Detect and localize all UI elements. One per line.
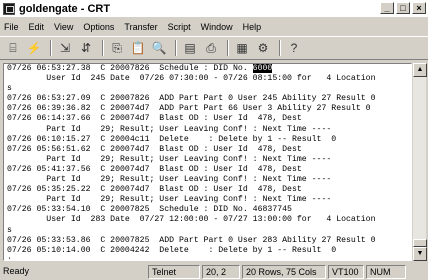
close-button[interactable]: × <box>412 2 426 14</box>
terminal-line: 07/26 05:33:53.86 C 20007825 ADD Part Pa… <box>7 235 376 245</box>
terminal-line: : <box>7 255 12 261</box>
terminal-line: s <box>7 225 12 235</box>
scroll-up-icon[interactable]: ▲ <box>413 63 427 77</box>
status-protocol: Telnet <box>148 264 200 279</box>
menu-options[interactable]: Options <box>83 22 114 32</box>
terminal-line: 07/26 06:14:37.66 C 200074d7 Blast OD : … <box>7 114 302 124</box>
properties-icon[interactable]: ▦ <box>233 39 251 57</box>
terminal-line: 07/26 06:53:27.38 C 20007826 Schedule : … <box>4 64 411 74</box>
status-terminal-size: 20 Rows, 75 Cols <box>242 264 326 279</box>
vertical-scrollbar[interactable]: ▲ ▼ <box>412 63 427 261</box>
maximize-button[interactable]: □ <box>396 2 410 14</box>
menu-help[interactable]: Help <box>243 22 262 32</box>
status-ready: Ready <box>3 265 30 276</box>
disconnect-icon[interactable]: ⇵ <box>77 39 95 57</box>
status-emulation: VT100 <box>328 264 364 279</box>
window-controls: _ □ × <box>380 2 426 14</box>
menu-script[interactable]: Script <box>168 22 191 32</box>
app-window: goldengate - CRT _ □ × File Edit View Op… <box>0 0 428 280</box>
menu-view[interactable]: View <box>54 22 73 32</box>
connect-icon[interactable]: ⌸ <box>4 39 22 57</box>
connect-in-tab-icon[interactable]: ⇲ <box>56 39 74 57</box>
terminal-line: 07/26 05:56:51.62 C 200074d7 Blast OD : … <box>7 144 302 154</box>
terminal-line: Part Id 29; Result; User Leaving Conf! :… <box>7 154 332 164</box>
toolbar-separator <box>50 40 52 56</box>
terminal-line: 07/26 06:10:15.27 C 20004c11 Delete : De… <box>7 134 337 144</box>
menu-window[interactable]: Window <box>201 22 233 32</box>
help-icon[interactable]: ? <box>285 39 303 57</box>
toolbar-separator <box>279 40 281 56</box>
terminal-line: Part Id 29; Result; User Leaving Conf! :… <box>7 175 332 185</box>
status-bar: Ready Telnet 20, 2 20 Rows, 75 Cols VT10… <box>0 263 428 280</box>
quick-connect-icon[interactable]: ⚡ <box>25 39 43 57</box>
window-title: goldengate - CRT <box>19 2 111 15</box>
minimize-button[interactable]: _ <box>380 2 394 14</box>
terminal-line: Part Id 29; Result; User Leaving Conf! :… <box>7 124 332 134</box>
terminal-line: User Id 283 Date 07/27 12:00:00 - 07/27 … <box>7 215 376 225</box>
title-bar[interactable]: goldengate - CRT _ □ × <box>0 0 428 17</box>
terminal-app-icon[interactable] <box>3 2 15 15</box>
status-cursor-position: 20, 2 <box>202 264 240 279</box>
print-setup-icon[interactable]: ▤ <box>181 39 199 57</box>
terminal-output[interactable]: 07/26 06:53:27.38 C 20007826 Schedule : … <box>3 63 412 261</box>
toolbar-separator <box>102 40 104 56</box>
menu-bar: File Edit View Options Transfer Script W… <box>0 19 428 35</box>
toolbar-separator <box>175 40 177 56</box>
options-icon[interactable]: ⚙ <box>254 39 272 57</box>
paste-icon[interactable]: 📋 <box>129 39 147 57</box>
toolbar-separator <box>227 40 229 56</box>
scroll-down-icon[interactable]: ▼ <box>413 247 427 261</box>
print-icon[interactable]: ⎙ <box>202 39 220 57</box>
terminal-line: 07/26 05:33:54.10 C 20007825 Schedule : … <box>7 205 292 215</box>
terminal-line: 07/26 06:39:36.82 C 200074d7 ADD Part Pa… <box>7 104 371 114</box>
find-icon[interactable]: 🔍 <box>150 39 168 57</box>
toolbar: ⌸ ⚡ ⇲ ⇵ ⎘ 📋 🔍 ▤ ⎙ ▦ ⚙ ? <box>0 36 428 60</box>
status-numlock: NUM <box>366 264 406 279</box>
terminal-line: 07/26 06:53:27.09 C 20007826 ADD Part Pa… <box>7 94 376 104</box>
terminal-line: Part Id 29; Result; User Leaving Conf! :… <box>7 195 332 205</box>
terminal-line: User Id 245 Date 07/26 07:30:00 - 07/26 … <box>7 74 376 84</box>
terminal-line: 07/26 05:41:37.56 C 200074d7 Blast OD : … <box>7 164 302 174</box>
terminal-line: 07/26 05:35:25.22 C 200074d7 Blast OD : … <box>7 185 302 195</box>
terminal-line: 07/26 05:10:14.00 C 20004242 Delete : De… <box>7 245 337 255</box>
menu-transfer[interactable]: Transfer <box>124 22 157 32</box>
terminal-line-text: 07/26 06:53:27.38 C 20007826 Schedule : … <box>7 64 253 73</box>
copy-icon[interactable]: ⎘ <box>108 39 126 57</box>
menu-edit[interactable]: Edit <box>29 22 45 32</box>
menu-file[interactable]: File <box>4 22 19 32</box>
selected-text[interactable]: 6000 <box>252 64 273 73</box>
terminal-line: s <box>7 84 12 94</box>
scroll-thumb[interactable] <box>413 239 427 247</box>
